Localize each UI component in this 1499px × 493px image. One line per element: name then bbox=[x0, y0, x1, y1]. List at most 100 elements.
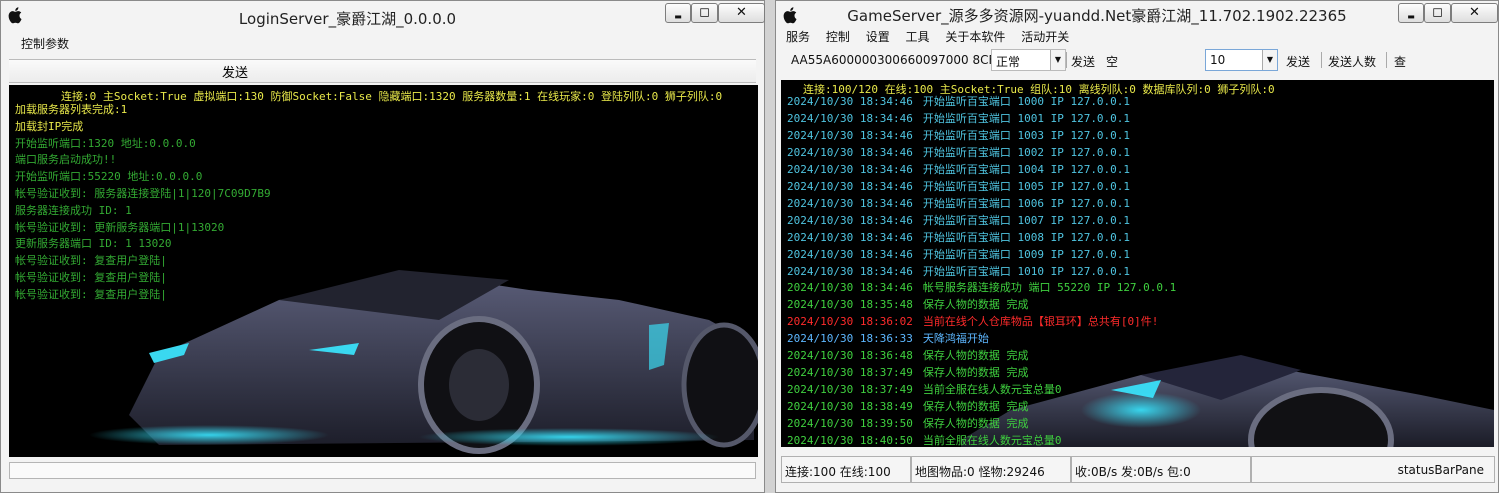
log-message: 开始监听百宝端口 1003 IP 127.0.0.1 bbox=[922, 128, 1131, 142]
login-menu-bar: 控制参数 bbox=[1, 34, 764, 55]
minimize-icon: ▬ bbox=[674, 12, 682, 21]
maximize-button[interactable]: ◻ bbox=[1424, 3, 1451, 23]
log-timestamp: 2024/10/30 18:35:48 bbox=[787, 298, 913, 312]
apple-icon[interactable] bbox=[783, 6, 799, 24]
log-timestamp: 2024/10/30 18:40:50 bbox=[787, 434, 913, 447]
log-timestamp: 2024/10/30 18:34:46 bbox=[787, 162, 913, 176]
send-button[interactable]: 发送 bbox=[1071, 53, 1095, 70]
toolbar-separator bbox=[1386, 52, 1387, 68]
toolbar-separator bbox=[1321, 52, 1322, 68]
login-console: 连接:0 主Socket:True 虚拟端口:130 防御Socket:Fals… bbox=[9, 85, 758, 457]
login-server-window: LoginServer_豪爵江湖_0.0.0.0 ▬ ◻ ✕ 控制参数 发送 连… bbox=[0, 0, 765, 493]
log-message: 开始监听百宝端口 1000 IP 127.0.0.1 bbox=[922, 95, 1131, 108]
chevron-down-icon: ▼ bbox=[1050, 50, 1065, 70]
log-line: 开始监听端口:55220 地址:0.0.0.0 bbox=[15, 170, 203, 184]
close-icon: ✕ bbox=[1469, 5, 1480, 20]
log-message: 开始监听百宝端口 1010 IP 127.0.0.1 bbox=[922, 264, 1131, 278]
log-message: 开始监听百宝端口 1002 IP 127.0.0.1 bbox=[922, 145, 1131, 159]
menu-item-settings[interactable]: 设置 bbox=[866, 27, 890, 48]
log-line: 2024/10/30 18:34:46 开始监听百宝端口 1000 IP 127.… bbox=[787, 95, 1130, 108]
log-timestamp: 2024/10/30 18:34:46 bbox=[787, 179, 913, 193]
log-line: 2024/10/30 18:34:46 开始监听百宝端口 1008 IP 127.… bbox=[787, 231, 1130, 244]
login-status-line: 连接:0 主Socket:True 虚拟端口:130 防御Socket:Fals… bbox=[61, 90, 723, 103]
close-button[interactable]: ✕ bbox=[1451, 3, 1498, 23]
log-line: 2024/10/30 18:37:49 当前全服在线人数元宝总量0 bbox=[787, 383, 1061, 396]
send-count-button[interactable]: 发送 bbox=[1286, 53, 1310, 70]
log-line: 帐号验证收到: 复查用户登陆| bbox=[15, 287, 167, 301]
log-line: 2024/10/30 18:39:50 保存人物的数据 完成 bbox=[787, 417, 1028, 430]
log-line: 加载服务器列表完成:1 bbox=[15, 103, 128, 116]
menu-item-control-params[interactable]: 控制参数 bbox=[21, 34, 69, 55]
log-timestamp: 2024/10/30 18:34:46 bbox=[787, 196, 913, 210]
maximize-icon: ◻ bbox=[1432, 5, 1443, 20]
log-message: 开始监听百宝端口 1007 IP 127.0.0.1 bbox=[922, 213, 1131, 227]
login-horizontal-scrollbar[interactable] bbox=[9, 462, 756, 479]
log-line: 更新服务器端口 ID: 1 13020 bbox=[15, 237, 172, 251]
log-timestamp: 2024/10/30 18:37:49 bbox=[787, 366, 913, 380]
login-title-bar[interactable]: LoginServer_豪爵江湖_0.0.0.0 ▬ ◻ ✕ bbox=[1, 1, 765, 31]
status-pane-connections: 连接:100 在线:100 bbox=[781, 456, 911, 483]
login-toolbar: 发送 bbox=[9, 59, 756, 83]
log-line: 2024/10/30 18:34:46 开始监听百宝端口 1003 IP 127.… bbox=[787, 129, 1130, 142]
log-line: 帐号验证收到: 复查用户登陆| bbox=[15, 254, 167, 268]
send-player-count-button[interactable]: 发送人数 bbox=[1328, 53, 1376, 70]
minimize-button[interactable]: ▬ bbox=[1398, 3, 1424, 23]
menu-item-activity-switch[interactable]: 活动开关 bbox=[1021, 27, 1069, 48]
game-menu-bar: 服务 控制 设置 工具 关于本软件 活动开关 bbox=[776, 27, 1498, 48]
log-line: 2024/10/30 18:36:48 保存人物的数据 完成 bbox=[787, 349, 1028, 362]
server-id-text: AA55A600000300660097000 8CFB bbox=[791, 53, 1004, 67]
close-button[interactable]: ✕ bbox=[718, 3, 765, 23]
log-line: 2024/10/30 18:34:46 开始监听百宝端口 1004 IP 127.… bbox=[787, 163, 1130, 176]
log-timestamp: 2024/10/30 18:36:02 bbox=[787, 315, 913, 329]
close-icon: ✕ bbox=[736, 5, 747, 20]
log-message: 天降鸿福开始 bbox=[922, 332, 989, 346]
status-pane-map: 地图物品:0 怪物:29246 bbox=[911, 456, 1071, 483]
log-line: 2024/10/30 18:34:46 开始监听百宝端口 1009 IP 127.… bbox=[787, 248, 1130, 261]
log-message: 保存人物的数据 完成 bbox=[922, 400, 1029, 414]
log-message: 开始监听百宝端口 1004 IP 127.0.0.1 bbox=[922, 162, 1131, 176]
login-window-title: LoginServer_豪爵江湖_0.0.0.0 bbox=[238, 10, 457, 28]
log-timestamp: 2024/10/30 18:34:46 bbox=[787, 95, 913, 108]
menu-item-service[interactable]: 服务 bbox=[786, 27, 810, 48]
minimize-icon: ▬ bbox=[1407, 12, 1415, 21]
log-line: 2024/10/30 18:34:46 开始监听百宝端口 1006 IP 127.… bbox=[787, 197, 1130, 210]
log-line: 服务器连接成功 ID: 1 bbox=[15, 203, 132, 217]
log-line: 2024/10/30 18:34:46 开始监听百宝端口 1007 IP 127.… bbox=[787, 214, 1130, 227]
log-line: 2024/10/30 18:37:49 保存人物的数据 完成 bbox=[787, 366, 1028, 379]
log-line: 2024/10/30 18:38:49 保存人物的数据 完成 bbox=[787, 400, 1028, 413]
log-message: 保存人物的数据 完成 bbox=[922, 417, 1029, 431]
menu-item-tools[interactable]: 工具 bbox=[906, 27, 930, 48]
log-timestamp: 2024/10/30 18:34:46 bbox=[787, 213, 913, 227]
log-timestamp: 2024/10/30 18:36:48 bbox=[787, 349, 913, 363]
game-window-title: GameServer_源多多资源网-yuandd.Net豪爵江湖_11.702.… bbox=[847, 7, 1347, 25]
log-timestamp: 2024/10/30 18:34:46 bbox=[787, 128, 913, 142]
status-connections-text: 连接:100 在线:100 bbox=[785, 465, 891, 479]
minimize-button[interactable]: ▬ bbox=[665, 3, 691, 23]
apple-icon[interactable] bbox=[8, 6, 24, 24]
log-line: 2024/10/30 18:35:48 保存人物的数据 完成 bbox=[787, 298, 1028, 311]
maximize-button[interactable]: ◻ bbox=[691, 3, 718, 23]
query-button[interactable]: 查 bbox=[1394, 53, 1406, 70]
log-timestamp: 2024/10/30 18:34:46 bbox=[787, 281, 913, 295]
log-message: 帐号服务器连接成功 端口 55220 IP 127.0.0.1 bbox=[922, 281, 1177, 295]
count-select[interactable]: 10 ▼ bbox=[1205, 49, 1278, 71]
log-message: 当前在线个人仓库物品【银耳环】总共有[0]件! bbox=[922, 315, 1159, 329]
log-message: 保存人物的数据 完成 bbox=[922, 366, 1029, 380]
login-send-button[interactable]: 发送 bbox=[222, 62, 248, 81]
log-line: 2024/10/30 18:36:02 当前在线个人仓库物品【银耳环】总共有[0]… bbox=[787, 315, 1158, 328]
log-line: 2024/10/30 18:40:50 当前全服在线人数元宝总量0 bbox=[787, 434, 1061, 447]
log-line: 帐号验证收到: 更新服务器端口|1|13020 bbox=[15, 220, 225, 234]
count-select-value: 10 bbox=[1210, 53, 1226, 67]
log-message: 开始监听百宝端口 1009 IP 127.0.0.1 bbox=[922, 247, 1131, 261]
state-select[interactable]: 正常 ▼ bbox=[991, 49, 1066, 71]
status-pane-extra: statusBarPane bbox=[1251, 456, 1495, 483]
log-line: 2024/10/30 18:36:33 天降鸿福开始 bbox=[787, 332, 989, 345]
log-timestamp: 2024/10/30 18:39:50 bbox=[787, 417, 913, 431]
log-timestamp: 2024/10/30 18:34:46 bbox=[787, 111, 913, 125]
menu-item-control[interactable]: 控制 bbox=[826, 27, 850, 48]
log-message: 保存人物的数据 完成 bbox=[922, 298, 1029, 312]
log-line: 帐号验证收到: 复查用户登陆| bbox=[15, 271, 167, 284]
menu-item-about[interactable]: 关于本软件 bbox=[945, 27, 1005, 48]
status-bar-pane-text: statusBarPane bbox=[1397, 463, 1484, 477]
log-line: 2024/10/30 18:34:46 开始监听百宝端口 1002 IP 127.… bbox=[787, 146, 1130, 159]
